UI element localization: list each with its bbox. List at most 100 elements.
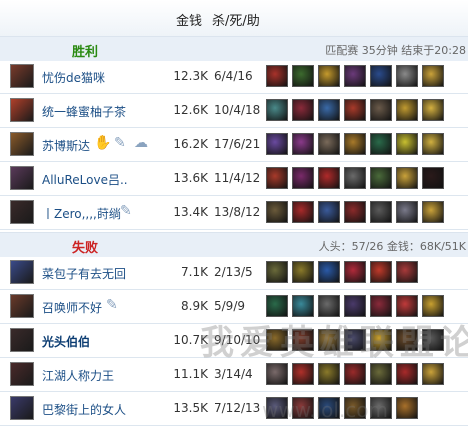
item-icon[interactable] xyxy=(422,133,444,155)
player-gold: 7.1K xyxy=(181,265,208,279)
player-name[interactable]: 苏博斯达 xyxy=(42,137,90,154)
item-icon[interactable] xyxy=(370,133,392,155)
item-icon[interactable] xyxy=(292,65,314,87)
item-icon[interactable] xyxy=(422,201,444,223)
item-icon[interactable] xyxy=(292,201,314,223)
item-icon[interactable] xyxy=(318,65,340,87)
item-icon[interactable] xyxy=(318,167,340,189)
item-icon[interactable] xyxy=(396,397,418,419)
player-row[interactable]: 菜包子有去无回 7.1K 2/13/5 xyxy=(0,257,468,290)
item-icon[interactable] xyxy=(344,201,366,223)
player-gold: 12.6K xyxy=(173,103,208,117)
item-icon[interactable] xyxy=(266,99,288,121)
player-kda: 11/4/12 xyxy=(214,171,261,185)
item-icon[interactable] xyxy=(396,363,418,385)
item-icon[interactable] xyxy=(292,167,314,189)
item-icon[interactable] xyxy=(318,261,340,283)
player-gold: 16.2K xyxy=(173,137,208,151)
player-gold: 13.6K xyxy=(173,171,208,185)
forum-watermark-url: www.lol.com xyxy=(262,398,389,422)
item-icon[interactable] xyxy=(266,167,288,189)
item-icon[interactable] xyxy=(318,295,340,317)
item-icon[interactable] xyxy=(292,363,314,385)
player-name[interactable]: 江湖人称力王 xyxy=(42,367,114,384)
item-icon[interactable] xyxy=(370,201,392,223)
item-icon[interactable] xyxy=(344,65,366,87)
item-icon[interactable] xyxy=(344,167,366,189)
item-icon[interactable] xyxy=(318,201,340,223)
player-name[interactable]: 菜包子有去无回 xyxy=(42,265,126,282)
note-icon: ✎ xyxy=(114,135,126,151)
champion-avatar xyxy=(10,200,34,224)
win-label: 胜利 xyxy=(72,45,99,60)
player-kda: 10/4/18 xyxy=(214,103,261,117)
player-row[interactable]: 丨Zero,,,,莳绱 13.4K 13/8/12 ✎ xyxy=(0,197,468,230)
item-icon[interactable] xyxy=(318,133,340,155)
player-name[interactable]: 光头伯伯 xyxy=(42,333,90,350)
item-icon[interactable] xyxy=(370,261,392,283)
item-icon[interactable] xyxy=(370,167,392,189)
player-row[interactable]: AlluReLove吕.. 13.6K 11/4/12 xyxy=(0,163,468,196)
player-kda: 17/6/21 xyxy=(214,137,261,151)
item-icon[interactable] xyxy=(318,99,340,121)
player-gold: 13.4K xyxy=(173,205,208,219)
champion-avatar xyxy=(10,260,34,284)
player-row[interactable]: 忧伤de猫咪 12.3K 6/4/16 xyxy=(0,61,468,94)
item-icon[interactable] xyxy=(422,65,444,87)
item-icon[interactable] xyxy=(396,261,418,283)
item-icon[interactable] xyxy=(292,295,314,317)
player-kda: 13/8/12 xyxy=(214,205,261,219)
table-header: 金钱 杀/死/助 xyxy=(0,0,468,37)
player-row[interactable]: 苏博斯达 16.2K 17/6/21 ✋ ✎ ☁ xyxy=(0,129,468,162)
item-icon[interactable] xyxy=(396,99,418,121)
item-icon[interactable] xyxy=(396,295,418,317)
item-icon[interactable] xyxy=(396,201,418,223)
item-icon[interactable] xyxy=(422,167,444,189)
item-icon[interactable] xyxy=(318,363,340,385)
player-kda: 7/12/13 xyxy=(214,401,261,415)
item-icon[interactable] xyxy=(396,65,418,87)
item-icon[interactable] xyxy=(266,261,288,283)
item-icon[interactable] xyxy=(344,261,366,283)
item-icon[interactable] xyxy=(370,363,392,385)
item-icon[interactable] xyxy=(396,167,418,189)
champion-avatar xyxy=(10,166,34,190)
player-name[interactable]: 召唤师不好 xyxy=(42,299,102,316)
champion-avatar xyxy=(10,294,34,318)
player-name[interactable]: 巴黎街上的女人 xyxy=(42,401,126,418)
player-name[interactable]: AlluReLove吕.. xyxy=(42,171,128,188)
player-row[interactable]: 统一蜂蜜柚子茶 12.6K 10/4/18 xyxy=(0,95,468,128)
item-icon[interactable] xyxy=(266,201,288,223)
item-icon[interactable] xyxy=(266,133,288,155)
player-name[interactable]: 丨Zero,,,,莳绱 xyxy=(42,205,121,222)
champion-avatar xyxy=(10,396,34,420)
item-icon[interactable] xyxy=(370,295,392,317)
note-icon: ✎ xyxy=(106,297,118,313)
item-icon[interactable] xyxy=(344,363,366,385)
player-gold: 12.3K xyxy=(173,69,208,83)
item-icon[interactable] xyxy=(422,397,444,419)
item-icon[interactable] xyxy=(292,261,314,283)
item-icon[interactable] xyxy=(422,363,444,385)
item-icon[interactable] xyxy=(370,99,392,121)
champion-avatar xyxy=(10,328,34,352)
win-section-header: 胜利 匹配赛 35分钟 结束于20:28 xyxy=(0,36,468,62)
item-icon[interactable] xyxy=(266,363,288,385)
item-icon[interactable] xyxy=(292,99,314,121)
player-name[interactable]: 忧伤de猫咪 xyxy=(42,69,105,86)
player-kda: 6/4/16 xyxy=(214,69,253,83)
team-stats: 人头：57/26 金钱：68K/51K xyxy=(318,240,466,253)
item-icon[interactable] xyxy=(344,99,366,121)
player-row[interactable]: 巴黎街上的女人 13.5K 7/12/13 xyxy=(0,393,468,426)
item-icon[interactable] xyxy=(344,295,366,317)
item-icon[interactable] xyxy=(422,261,444,283)
item-icon[interactable] xyxy=(396,133,418,155)
item-icon[interactable] xyxy=(422,99,444,121)
item-icon[interactable] xyxy=(292,133,314,155)
item-icon[interactable] xyxy=(422,295,444,317)
item-icon[interactable] xyxy=(266,65,288,87)
item-icon[interactable] xyxy=(344,133,366,155)
item-icon[interactable] xyxy=(266,295,288,317)
item-icon[interactable] xyxy=(370,65,392,87)
player-name[interactable]: 统一蜂蜜柚子茶 xyxy=(42,103,126,120)
